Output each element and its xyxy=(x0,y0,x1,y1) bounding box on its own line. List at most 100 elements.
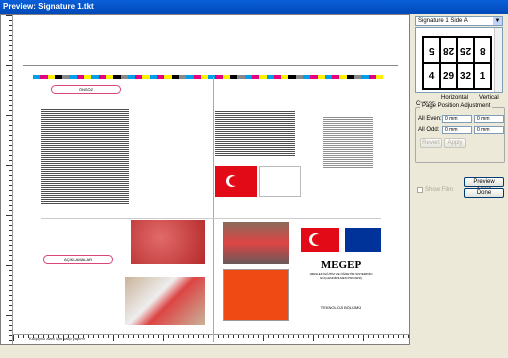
ruler-tick xyxy=(9,220,12,221)
color-patch xyxy=(222,75,231,79)
ruler-tick xyxy=(228,335,229,338)
ruler-tick xyxy=(343,335,344,338)
ruler-tick xyxy=(9,250,12,251)
thumbnail-page-cell: 1 xyxy=(474,63,491,89)
ruler-tick xyxy=(373,335,374,338)
ruler-tick xyxy=(9,330,12,331)
thumbnail-page-cell: 29 xyxy=(440,63,457,89)
color-patch xyxy=(91,75,99,79)
ruler-tick xyxy=(9,340,12,341)
ruler-tick xyxy=(253,335,254,338)
signature-select[interactable]: Signature 1 Side A ▼ xyxy=(415,16,503,26)
thumbnail-scrollbar[interactable] xyxy=(494,28,502,92)
thumbnail-page-cell: 5 xyxy=(423,37,440,63)
ruler-tick xyxy=(233,335,234,338)
show-film-checkbox[interactable] xyxy=(417,187,423,193)
ruler-tick xyxy=(163,335,164,341)
color-patch xyxy=(332,75,340,79)
ruler-tick xyxy=(9,210,12,211)
imposition-preview-canvas[interactable]: ÖNSÖZ AÇIKLAMALAR Kalıpçılık alanı için … xyxy=(0,14,410,345)
ruler-tick xyxy=(9,55,12,56)
ruler-tick xyxy=(193,335,194,338)
ruler-tick xyxy=(9,90,12,91)
color-patch xyxy=(354,75,362,79)
ruler-tick xyxy=(218,335,219,338)
megep-subtitle: (MESLEKİ EĞİTİM VE ÖĞRETİM SİSTEMİNİN GÜ… xyxy=(309,272,373,280)
ruler-tick xyxy=(248,335,249,338)
chevron-down-icon[interactable]: ▼ xyxy=(493,17,502,25)
ruler-tick xyxy=(9,40,12,41)
ruler-tick xyxy=(238,335,239,338)
status-bar xyxy=(0,345,412,358)
text-block-page-29 xyxy=(215,111,295,157)
signature-thumbnail[interactable]: 5 28 25 8 4 29 32 1 xyxy=(415,27,503,93)
preview-again-button[interactable]: Preview Again xyxy=(464,177,504,193)
color-patch xyxy=(157,75,165,79)
color-patch xyxy=(237,75,245,79)
ruler-tick xyxy=(313,335,314,341)
ruler-tick xyxy=(318,335,319,338)
color-patch xyxy=(33,75,41,79)
ruler-tick xyxy=(338,335,339,338)
ruler-tick xyxy=(123,335,124,338)
ruler-tick xyxy=(9,235,12,236)
ruler-tick xyxy=(393,335,394,338)
color-patch xyxy=(40,75,48,79)
color-patch xyxy=(186,75,194,79)
photo-hands-working xyxy=(125,277,205,325)
ruler-tick xyxy=(6,215,12,216)
ruler-tick xyxy=(9,25,12,26)
color-patch xyxy=(164,75,172,79)
orange-cover-block xyxy=(223,269,289,321)
ruler-tick xyxy=(388,335,389,338)
color-patch xyxy=(251,75,260,79)
ruler-tick xyxy=(403,335,404,338)
ruler-tick xyxy=(9,160,12,161)
revert-button[interactable]: Revert xyxy=(420,138,442,148)
page-position-group: Page Position Adjustment All Even: 0 mm … xyxy=(415,103,505,163)
ruler-tick xyxy=(9,35,12,36)
ruler-tick xyxy=(278,335,279,338)
ruler-tick xyxy=(93,335,94,338)
ruler-tick xyxy=(9,155,12,156)
center-fold-line xyxy=(213,77,214,342)
color-patch xyxy=(171,75,179,79)
color-patch xyxy=(135,75,143,79)
color-patch xyxy=(98,75,106,79)
ruler-tick xyxy=(9,95,12,96)
color-patch xyxy=(113,75,121,79)
ruler-tick xyxy=(6,265,12,266)
ruler-tick xyxy=(9,125,12,126)
all-odd-x-field[interactable]: 0 mm xyxy=(442,126,472,134)
apply-button[interactable]: Apply xyxy=(444,138,466,148)
ruler-tick xyxy=(153,335,154,338)
ruler-tick xyxy=(9,175,12,176)
color-patch xyxy=(281,75,289,79)
done-button[interactable]: Done xyxy=(464,188,504,198)
turkey-flag xyxy=(301,228,339,252)
photo-workshop xyxy=(223,222,289,264)
ruler-tick xyxy=(9,70,12,71)
color-patch xyxy=(375,75,384,79)
ruler-tick xyxy=(6,165,12,166)
ruler-tick xyxy=(9,335,12,336)
ruler-tick xyxy=(9,260,12,261)
ruler-tick xyxy=(148,335,149,338)
ruler-tick xyxy=(9,120,12,121)
all-even-x-field[interactable]: 0 mm xyxy=(442,115,472,123)
ruler-tick xyxy=(333,335,334,338)
ruler-tick xyxy=(363,335,364,341)
all-even-y-field[interactable]: 0 mm xyxy=(474,115,504,123)
color-patch xyxy=(361,75,369,79)
color-patch xyxy=(295,75,303,79)
ruler-tick xyxy=(9,190,12,191)
ruler-tick xyxy=(243,335,244,338)
photo-red-fabric xyxy=(131,220,205,264)
crescent-outline-image xyxy=(259,166,301,197)
ruler-tick xyxy=(273,335,274,338)
ruler-tick xyxy=(9,30,12,31)
ruler-tick xyxy=(9,255,12,256)
thumbnail-page-cell: 4 xyxy=(423,63,440,89)
all-odd-y-field[interactable]: 0 mm xyxy=(474,126,504,134)
ruler-tick xyxy=(9,150,12,151)
